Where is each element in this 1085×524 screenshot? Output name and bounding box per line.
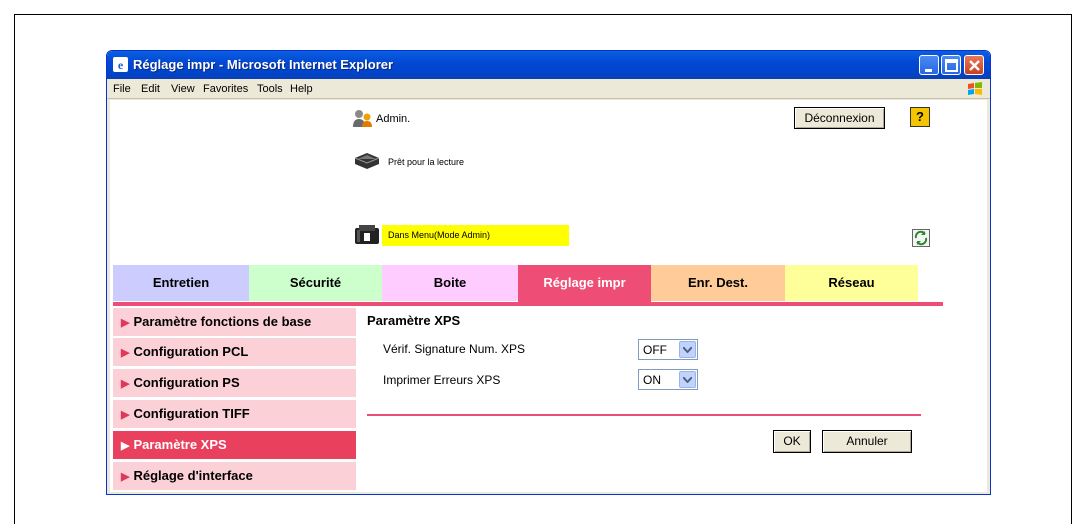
menu-tools[interactable]: Tools xyxy=(257,83,283,95)
svg-text:e: e xyxy=(118,58,124,72)
sidebar-item-label: Configuration PCL xyxy=(133,344,249,359)
maximize-button[interactable] xyxy=(941,55,961,75)
arrow-icon: ▶ xyxy=(121,409,130,421)
title-bar[interactable]: e Réglage impr - Microsoft Internet Expl… xyxy=(107,51,990,79)
sidebar-item-label: Réglage d'interface xyxy=(133,468,253,483)
menu-edit[interactable]: Edit xyxy=(141,83,160,95)
windows-logo-icon xyxy=(968,82,982,95)
maximize-icon xyxy=(945,59,958,72)
sidebar-item-ps[interactable]: ▶ Configuration PS xyxy=(113,369,356,399)
ie-icon: e xyxy=(113,57,128,72)
tab-entretien[interactable]: Entretien xyxy=(113,265,249,301)
tab-boite[interactable]: Boite xyxy=(382,265,518,301)
sidebar-item-label: Paramètre XPS xyxy=(133,437,227,452)
sidebar-item-xps[interactable]: ▶ Paramètre XPS xyxy=(113,431,356,461)
tab-reseau[interactable]: Réseau xyxy=(785,265,918,301)
printer-ready-icon xyxy=(354,153,380,169)
status-ready-text: Prêt pour la lecture xyxy=(388,157,465,167)
refresh-icon xyxy=(914,230,928,246)
window-title: Réglage impr - Microsoft Internet Explor… xyxy=(133,57,394,72)
menu-bar: File Edit View Favorites Tools Help xyxy=(107,79,990,99)
tab-securite[interactable]: Sécurité xyxy=(249,265,382,301)
sidebar-item-label: Paramètre fonctions de base xyxy=(133,314,312,329)
section-title: Paramètre XPS xyxy=(367,313,461,328)
tab-underline xyxy=(113,302,943,306)
close-button[interactable] xyxy=(964,55,984,75)
menu-help[interactable]: Help xyxy=(290,83,313,95)
sidebar-item-label: Configuration PS xyxy=(133,375,240,390)
menu-file[interactable]: File xyxy=(113,83,131,95)
erreurs-select[interactable]: ON xyxy=(638,369,698,390)
user-label: Admin. xyxy=(376,113,411,125)
signature-select[interactable]: OFF xyxy=(638,339,698,360)
main-divider xyxy=(367,414,921,416)
tab-enr-dest[interactable]: Enr. Dest. xyxy=(651,265,785,301)
sidebar-item-label: Configuration TIFF xyxy=(133,406,250,421)
help-button[interactable]: ? xyxy=(910,107,930,127)
menu-favorites[interactable]: Favorites xyxy=(203,83,248,95)
logout-button[interactable]: Déconnexion xyxy=(794,107,885,129)
field-label-erreurs: Imprimer Erreurs XPS xyxy=(383,373,501,387)
tab-reglage-impr[interactable]: Réglage impr xyxy=(518,265,651,303)
sidebar-item-tiff[interactable]: ▶ Configuration TIFF xyxy=(113,400,356,430)
status-menu-text: Dans Menu(Mode Admin) xyxy=(382,225,569,246)
sidebar-item-interface[interactable]: ▶ Réglage d'interface xyxy=(113,462,356,492)
chevron-down-icon[interactable] xyxy=(679,371,696,388)
chevron-down-icon[interactable] xyxy=(679,341,696,358)
minimize-icon xyxy=(925,69,932,72)
arrow-icon: ▶ xyxy=(121,347,130,359)
sidebar-item-fonctions-base[interactable]: ▶ Paramètre fonctions de base xyxy=(113,308,356,338)
arrow-icon: ▶ xyxy=(121,440,130,452)
admin-user-icon xyxy=(353,110,372,127)
arrow-icon: ▶ xyxy=(121,471,130,483)
refresh-button[interactable] xyxy=(912,229,930,247)
minimize-button[interactable] xyxy=(919,55,939,75)
cancel-button[interactable]: Annuler xyxy=(822,430,912,453)
ok-button[interactable]: OK xyxy=(773,430,811,453)
close-icon xyxy=(969,60,980,71)
select-value: ON xyxy=(643,373,661,387)
browser-window: e Réglage impr - Microsoft Internet Expl… xyxy=(106,50,991,495)
arrow-icon: ▶ xyxy=(121,378,130,390)
printer-menu-icon xyxy=(355,225,379,244)
field-label-signature: Vérif. Signature Num. XPS xyxy=(383,342,526,356)
page-content: Admin. Déconnexion ? Prêt pour la lectur… xyxy=(110,100,987,492)
select-value: OFF xyxy=(643,343,667,357)
menu-view[interactable]: View xyxy=(171,83,195,95)
sidebar-item-pcl[interactable]: ▶ Configuration PCL xyxy=(113,338,356,368)
arrow-icon: ▶ xyxy=(121,317,130,329)
